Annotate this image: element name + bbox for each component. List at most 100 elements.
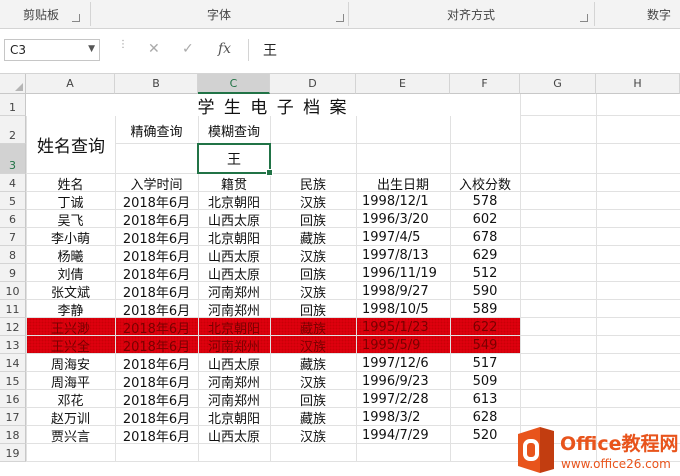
table-cell[interactable]: 2018年6月 [115,282,198,301]
table-cell[interactable]: 1994/7/29 [356,426,450,444]
table-cell[interactable]: 周海平 [26,372,115,391]
column-header-a[interactable]: A [26,74,115,94]
table-cell[interactable]: 2018年6月 [115,246,198,265]
name-box[interactable]: C3 ▼ [4,39,100,61]
table-cell[interactable]: 李静 [26,300,115,319]
table-cell[interactable]: 1997/4/5 [356,228,450,246]
row-header-17[interactable]: 17 [0,408,26,426]
column-header-b[interactable]: B [115,74,198,94]
table-cell[interactable]: 李小萌 [26,228,115,247]
insert-function-icon[interactable]: fx [218,41,231,57]
table-cell[interactable]: 赵万训 [26,408,115,427]
row-header-11[interactable]: 11 [0,300,26,318]
table-cell[interactable]: 回族 [270,390,356,409]
table-cell[interactable]: 1997/2/28 [356,390,450,408]
row-header-7[interactable]: 7 [0,228,26,246]
table-cell[interactable]: 2018年6月 [115,210,198,229]
table-cell[interactable]: 河南郑州 [198,390,270,409]
row-header-16[interactable]: 16 [0,390,26,408]
row-header-10[interactable]: 10 [0,282,26,300]
row-header-1[interactable]: 1 [0,94,26,116]
table-cell[interactable]: 邓花 [26,390,115,409]
table-cell[interactable]: 1997/8/13 [356,246,450,264]
table-cell[interactable]: 汉族 [270,246,356,265]
table-cell[interactable]: 2018年6月 [115,336,198,355]
cancel-icon[interactable]: ✕ [148,41,160,57]
exact-query-button[interactable]: 精确查询 [115,116,198,144]
table-cell[interactable]: 回族 [270,264,356,283]
table-cell[interactable]: 2018年6月 [115,192,198,211]
table-cell[interactable]: 汉族 [270,192,356,211]
table-cell[interactable]: 汉族 [270,336,356,355]
ribbon-group-font[interactable]: 字体 [90,0,348,28]
row-header-4[interactable]: 4 [0,174,26,192]
table-cell[interactable]: 2018年6月 [115,372,198,391]
table-cell[interactable]: 629 [450,246,520,264]
dialog-launcher-icon[interactable] [336,14,344,22]
table-cell[interactable]: 汉族 [270,372,356,391]
row-header-19[interactable]: 19 [0,444,26,462]
column-header-d[interactable]: D [270,74,356,94]
table-cell[interactable]: 杨曦 [26,246,115,265]
table-cell[interactable]: 1996/11/19 [356,264,450,282]
table-cell[interactable]: 2018年6月 [115,426,198,445]
table-cell[interactable]: 512 [450,264,520,282]
table-cell[interactable]: 藏族 [270,228,356,247]
table-cell[interactable]: 1995/5/9 [356,336,450,354]
table-cell[interactable]: 藏族 [270,408,356,427]
ribbon-group-clipboard[interactable]: 剪贴板 [0,0,82,28]
table-cell[interactable]: 628 [450,408,520,426]
table-cell[interactable]: 2018年6月 [115,318,198,337]
row-header-18[interactable]: 18 [0,426,26,444]
table-cell[interactable]: 1998/10/5 [356,300,450,318]
table-cell[interactable]: 520 [450,426,520,444]
table-cell[interactable]: 1998/12/1 [356,192,450,210]
table-cell[interactable]: 藏族 [270,318,356,337]
table-cell[interactable]: 1997/12/6 [356,354,450,372]
chevron-down-icon[interactable]: ▼ [88,44,95,54]
table-cell[interactable]: 1998/3/2 [356,408,450,426]
table-cell[interactable]: 河南郑州 [198,282,270,301]
table-cell[interactable]: 602 [450,210,520,228]
column-header-f[interactable]: F [450,74,520,94]
table-cell[interactable]: 北京朝阳 [198,318,270,337]
table-cell[interactable]: 613 [450,390,520,408]
table-cell[interactable]: 578 [450,192,520,210]
table-cell[interactable]: 2018年6月 [115,408,198,427]
table-cell[interactable]: 2018年6月 [115,390,198,409]
row-header-13[interactable]: 13 [0,336,26,354]
table-cell[interactable]: 吴飞 [26,210,115,229]
table-cell[interactable]: 丁诚 [26,192,115,211]
select-all-button[interactable] [0,74,26,94]
table-cell[interactable]: 山西太原 [198,264,270,283]
row-header-5[interactable]: 5 [0,192,26,210]
table-cell[interactable]: 王兴渺 [26,318,115,337]
table-cell[interactable]: 2018年6月 [115,264,198,283]
table-cell[interactable]: 河南郑州 [198,300,270,319]
fuzzy-query-button[interactable]: 模糊查询 [198,116,270,144]
column-header-e[interactable]: E [356,74,450,94]
table-cell[interactable]: 张文斌 [26,282,115,301]
table-cell[interactable]: 河南郑州 [198,336,270,355]
table-cell[interactable]: 2018年6月 [115,228,198,247]
row-header-8[interactable]: 8 [0,246,26,264]
table-cell[interactable]: 517 [450,354,520,372]
row-header-9[interactable]: 9 [0,264,26,282]
table-cell[interactable]: 汉族 [270,426,356,445]
table-cell[interactable]: 河南郑州 [198,372,270,391]
table-cell[interactable]: 1996/9/23 [356,372,450,390]
formula-input[interactable]: 王 [248,39,680,61]
table-cell[interactable]: 622 [450,318,520,336]
row-header-6[interactable]: 6 [0,210,26,228]
table-cell[interactable]: 678 [450,228,520,246]
table-cell[interactable]: 刘倩 [26,264,115,283]
dialog-launcher-icon[interactable] [580,14,588,22]
ribbon-group-number[interactable]: 数字 [594,0,680,28]
column-header-h[interactable]: H [596,74,680,94]
row-header-14[interactable]: 14 [0,354,26,372]
row-header-2[interactable]: 2 [0,116,26,144]
table-cell[interactable]: 周海安 [26,354,115,373]
table-cell[interactable]: 王兴全 [26,336,115,355]
row-header-15[interactable]: 15 [0,372,26,390]
table-cell[interactable]: 北京朝阳 [198,228,270,247]
